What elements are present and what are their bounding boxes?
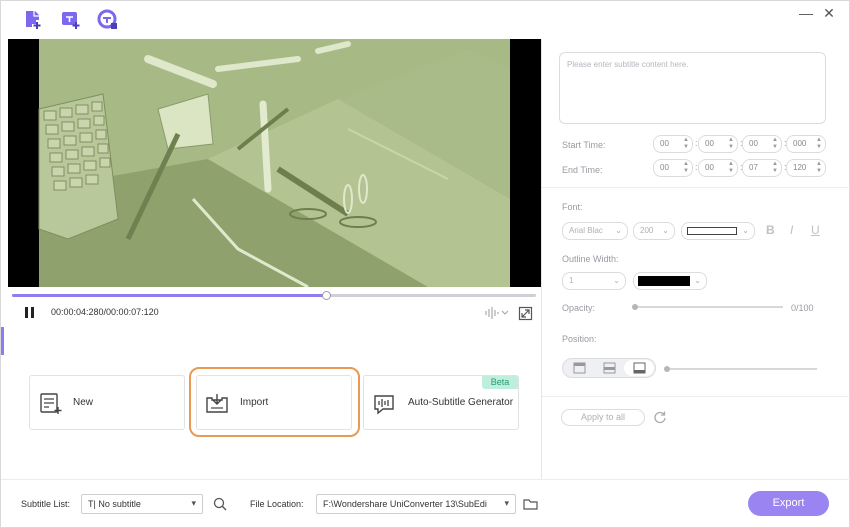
start-time-label: Start Time: — [562, 140, 606, 150]
progress-fill — [12, 294, 327, 297]
import-card-highlight — [189, 367, 360, 437]
subtitle-list-label: Subtitle List: — [21, 499, 71, 509]
position-slider[interactable] — [667, 368, 817, 370]
add-file-icon[interactable] — [23, 9, 45, 31]
end-time-seconds[interactable]: 07 ▲ ▼ — [742, 159, 782, 177]
new-document-icon — [38, 392, 64, 416]
start-time-seconds[interactable]: 00 ▲ ▼ — [742, 135, 782, 153]
new-subtitle-card[interactable]: New — [29, 375, 185, 430]
subtitle-editor-window: — ✕ 00:00:04:280/00:00:07:120 New Import… — [0, 0, 850, 528]
close-button[interactable]: ✕ — [821, 5, 837, 21]
pause-button[interactable] — [23, 306, 37, 320]
italic-button[interactable]: I — [790, 223, 793, 237]
opacity-value: 0/100 — [791, 303, 814, 313]
opacity-slider[interactable] — [633, 306, 783, 308]
file-location-select[interactable]: F:\Wondershare UniConverter 13\SubEdi ▾ — [316, 494, 516, 514]
font-label: Font: — [562, 202, 583, 212]
subtitle-list-select[interactable]: T| No subtitle ▾ — [81, 494, 203, 514]
minimize-button[interactable]: — — [798, 5, 814, 21]
beta-badge: Beta — [482, 376, 518, 389]
new-label: New — [73, 397, 94, 408]
subtitle-content-input[interactable]: Please enter subtitle content here. — [559, 52, 826, 124]
panel-divider — [542, 187, 850, 188]
position-top-button[interactable] — [564, 360, 594, 376]
add-subtitle-icon[interactable] — [60, 9, 82, 31]
end-time-minutes[interactable]: 00 ▲ ▼ — [698, 159, 738, 177]
auto-subtitle-label: Auto-Subtitle Generator — [408, 397, 514, 408]
opacity-label: Opacity: — [562, 303, 596, 313]
position-middle-button[interactable] — [594, 360, 624, 376]
auto-subtitle-icon — [371, 392, 397, 416]
search-icon[interactable] — [213, 497, 227, 511]
video-preview[interactable] — [8, 39, 541, 287]
fullscreen-icon[interactable] — [518, 306, 533, 321]
opacity-slider-thumb[interactable] — [632, 304, 638, 310]
file-location-label: File Location: — [250, 499, 304, 509]
font-color-swatch — [687, 227, 737, 235]
outline-width-label: Outline Width: — [562, 254, 619, 264]
top-toolbar: — ✕ — [1, 1, 850, 39]
start-time-hours[interactable]: 00 ▲ ▼ — [653, 135, 693, 153]
side-accent — [1, 327, 4, 355]
folder-icon[interactable] — [523, 497, 538, 511]
outline-color-swatch — [638, 276, 690, 286]
start-time-milliseconds[interactable]: 000 ▲ ▼ — [786, 135, 826, 153]
end-time-label: End Time: — [562, 165, 603, 175]
end-time-hours[interactable]: 00 ▲ ▼ — [653, 159, 693, 177]
end-time-milliseconds[interactable]: 120 ▲ ▼ — [786, 159, 826, 177]
start-time-minutes[interactable]: 00 ▲ ▼ — [698, 135, 738, 153]
font-name-select[interactable]: Arial Blac ⌄ — [562, 222, 628, 240]
playback-progress-bar[interactable] — [12, 291, 536, 300]
font-size-select[interactable]: 200 ⌄ — [633, 222, 675, 240]
refresh-icon[interactable] — [653, 410, 667, 424]
outline-color-select[interactable]: ⌄ — [633, 272, 707, 290]
audio-waveform-icon[interactable] — [484, 306, 510, 320]
position-selector — [562, 358, 656, 378]
apply-to-all-button[interactable]: Apply to all — [561, 409, 645, 426]
font-color-select[interactable]: ⌄ — [681, 222, 755, 240]
position-slider-thumb[interactable] — [664, 366, 670, 372]
underline-button[interactable]: U — [811, 223, 820, 237]
outline-width-select[interactable]: 1 ⌄ — [562, 272, 626, 290]
position-bottom-button[interactable] — [624, 360, 654, 376]
timecode: 00:00:04:280/00:00:07:120 — [51, 307, 159, 317]
export-button[interactable]: Export — [748, 491, 829, 516]
bold-button[interactable]: B — [766, 223, 775, 237]
panel-divider-2 — [542, 396, 850, 397]
subtitle-edit-icon[interactable] — [97, 9, 119, 31]
progress-thumb[interactable] — [322, 291, 331, 300]
subtitle-type-icon: T| — [88, 499, 96, 509]
bottom-bar: Subtitle List: T| No subtitle ▾ File Loc… — [1, 479, 850, 528]
position-label: Position: — [562, 334, 597, 344]
